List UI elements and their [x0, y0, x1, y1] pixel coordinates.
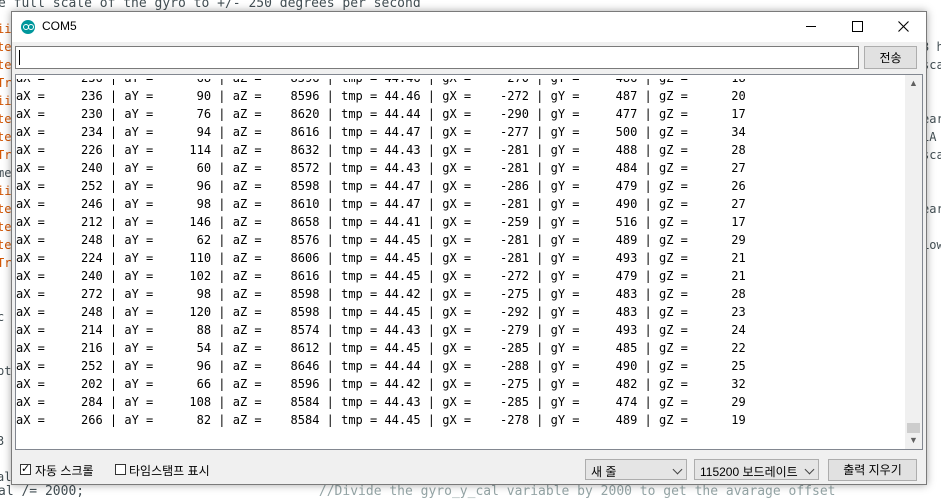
chevron-down-icon — [672, 464, 683, 475]
editor-fragment: pt — [0, 364, 12, 378]
timestamp-checkbox[interactable] — [115, 464, 126, 475]
baud-rate-value: 115200 보드레이트 — [700, 465, 798, 479]
window-title: COM5 — [42, 19, 77, 33]
serial-output-line: aX = 226 | aY = 114 | aZ = 8632 | tmp = … — [16, 143, 746, 157]
editor-fragment: te — [0, 202, 12, 216]
editor-fragment: te — [0, 40, 12, 54]
line-ending-value: 새 줄 — [591, 465, 617, 479]
maximize-icon — [851, 21, 863, 33]
editor-fragment: te — [0, 130, 12, 144]
timestamp-label[interactable]: 타임스탬프 표시 — [129, 462, 210, 479]
scroll-down-icon[interactable]: ▼ — [905, 432, 922, 449]
serial-output-line: aX = 212 | aY = 146 | aZ = 8658 | tmp = … — [16, 215, 746, 229]
editor-code-line: e full scale of the gyro to +/- 250 degr… — [0, 0, 421, 11]
chevron-down-icon — [804, 464, 815, 475]
vertical-scrollbar[interactable]: ▲ ▼ — [905, 75, 922, 449]
serial-output-line: aX = 214 | aY = 88 | aZ = 8574 | tmp = 4… — [16, 323, 746, 337]
editor-code: al /= 2000; — [0, 484, 85, 499]
serial-output-line: aX = 272 | aY = 98 | aZ = 8598 | tmp = 4… — [16, 287, 746, 301]
autoscroll-checkbox[interactable] — [20, 462, 31, 475]
editor-fragment: te — [0, 238, 12, 252]
editor-fragment: te — [0, 112, 12, 126]
editor-comment: //Divide the gyro_y_cal variable by 2000… — [318, 484, 836, 499]
minimize-icon — [806, 26, 816, 28]
serial-output-line: aX = 236 | aY = 68 | aZ = 8596 | tmp = 4… — [16, 79, 906, 87]
editor-fragment: te — [0, 58, 12, 72]
serial-output-line: aX = 266 | aY = 82 | aZ = 8584 | tmp = 4… — [16, 413, 746, 427]
editor-fragment: al — [0, 470, 12, 484]
serial-output-line: aX = 252 | aY = 96 | aZ = 8598 | tmp = 4… — [16, 179, 746, 193]
bottom-toolbar: 자동 스크롤 타임스탬프 표시 새 줄 115200 보드레이트 출력 지우기 — [12, 456, 926, 482]
send-input[interactable] — [15, 46, 859, 69]
editor-fragment: ii — [0, 94, 12, 108]
serial-output-line: aX = 216 | aY = 54 | aZ = 8612 | tmp = 4… — [16, 341, 746, 355]
send-button[interactable]: 전송 — [864, 46, 917, 69]
editor-code-line: al /= 2000; //Divide the gyro_y_cal vari… — [0, 484, 835, 499]
serial-output-line: aX = 248 | aY = 120 | aZ = 8598 | tmp = … — [16, 305, 746, 319]
editor-fragment: 3 — [0, 434, 5, 448]
minimize-button[interactable] — [788, 12, 834, 42]
serial-output-line: aX = 224 | aY = 110 | aZ = 8606 | tmp = … — [16, 251, 746, 265]
baud-rate-select[interactable]: 115200 보드레이트 — [694, 459, 819, 480]
serial-output-line: aX = 234 | aY = 94 | aZ = 8616 | tmp = 4… — [16, 125, 746, 139]
editor-fragment: c — [0, 310, 5, 324]
serial-output-line: aX = 240 | aY = 60 | aZ = 8572 | tmp = 4… — [16, 161, 746, 175]
scroll-up-icon[interactable]: ▲ — [905, 75, 922, 92]
serial-output-line: aX = 236 | aY = 90 | aZ = 8596 | tmp = 4… — [16, 89, 746, 103]
serial-output-line: aX = 248 | aY = 62 | aZ = 8576 | tmp = 4… — [16, 233, 746, 247]
editor-fragment: Tr — [0, 256, 12, 270]
serial-output-line: aX = 246 | aY = 98 | aZ = 8610 | tmp = 4… — [16, 197, 746, 211]
serial-output[interactable]: aX = 236 | aY = 68 | aZ = 8596 | tmp = 4… — [15, 74, 923, 450]
close-button[interactable] — [880, 12, 926, 42]
serial-monitor-window: COM5 전송 aX = 236 | aY = 68 | aZ = 8596 |… — [11, 11, 927, 485]
serial-output-line: aX = 284 | aY = 108 | aZ = 8584 | tmp = … — [16, 395, 746, 409]
text-caret — [19, 50, 20, 65]
line-ending-select[interactable]: 새 줄 — [585, 459, 687, 480]
editor-fragment: me — [0, 166, 12, 180]
close-icon — [897, 21, 909, 32]
arduino-icon — [21, 20, 35, 34]
clear-output-button[interactable]: 출력 지우기 — [828, 459, 917, 481]
editor-fragment: Tr — [0, 76, 12, 90]
serial-output-line: aX = 202 | aY = 66 | aZ = 8596 | tmp = 4… — [16, 377, 746, 391]
serial-output-line: aX = 252 | aY = 96 | aZ = 8646 | tmp = 4… — [16, 359, 746, 373]
title-bar[interactable]: COM5 — [12, 12, 926, 42]
serial-output-line: aX = 230 | aY = 76 | aZ = 8620 | tmp = 4… — [16, 107, 746, 121]
autoscroll-label[interactable]: 자동 스크롤 — [35, 462, 94, 479]
editor-fragment: ii — [0, 22, 12, 36]
serial-output-line: aX = 240 | aY = 102 | aZ = 8616 | tmp = … — [16, 269, 746, 283]
serial-output-lines: aX = 236 | aY = 68 | aZ = 8596 | tmp = 4… — [16, 79, 906, 447]
editor-fragment: te — [0, 220, 12, 234]
editor-fragment: Tr — [0, 148, 12, 162]
editor-fragment: ii — [0, 184, 12, 198]
maximize-button[interactable] — [834, 12, 880, 42]
